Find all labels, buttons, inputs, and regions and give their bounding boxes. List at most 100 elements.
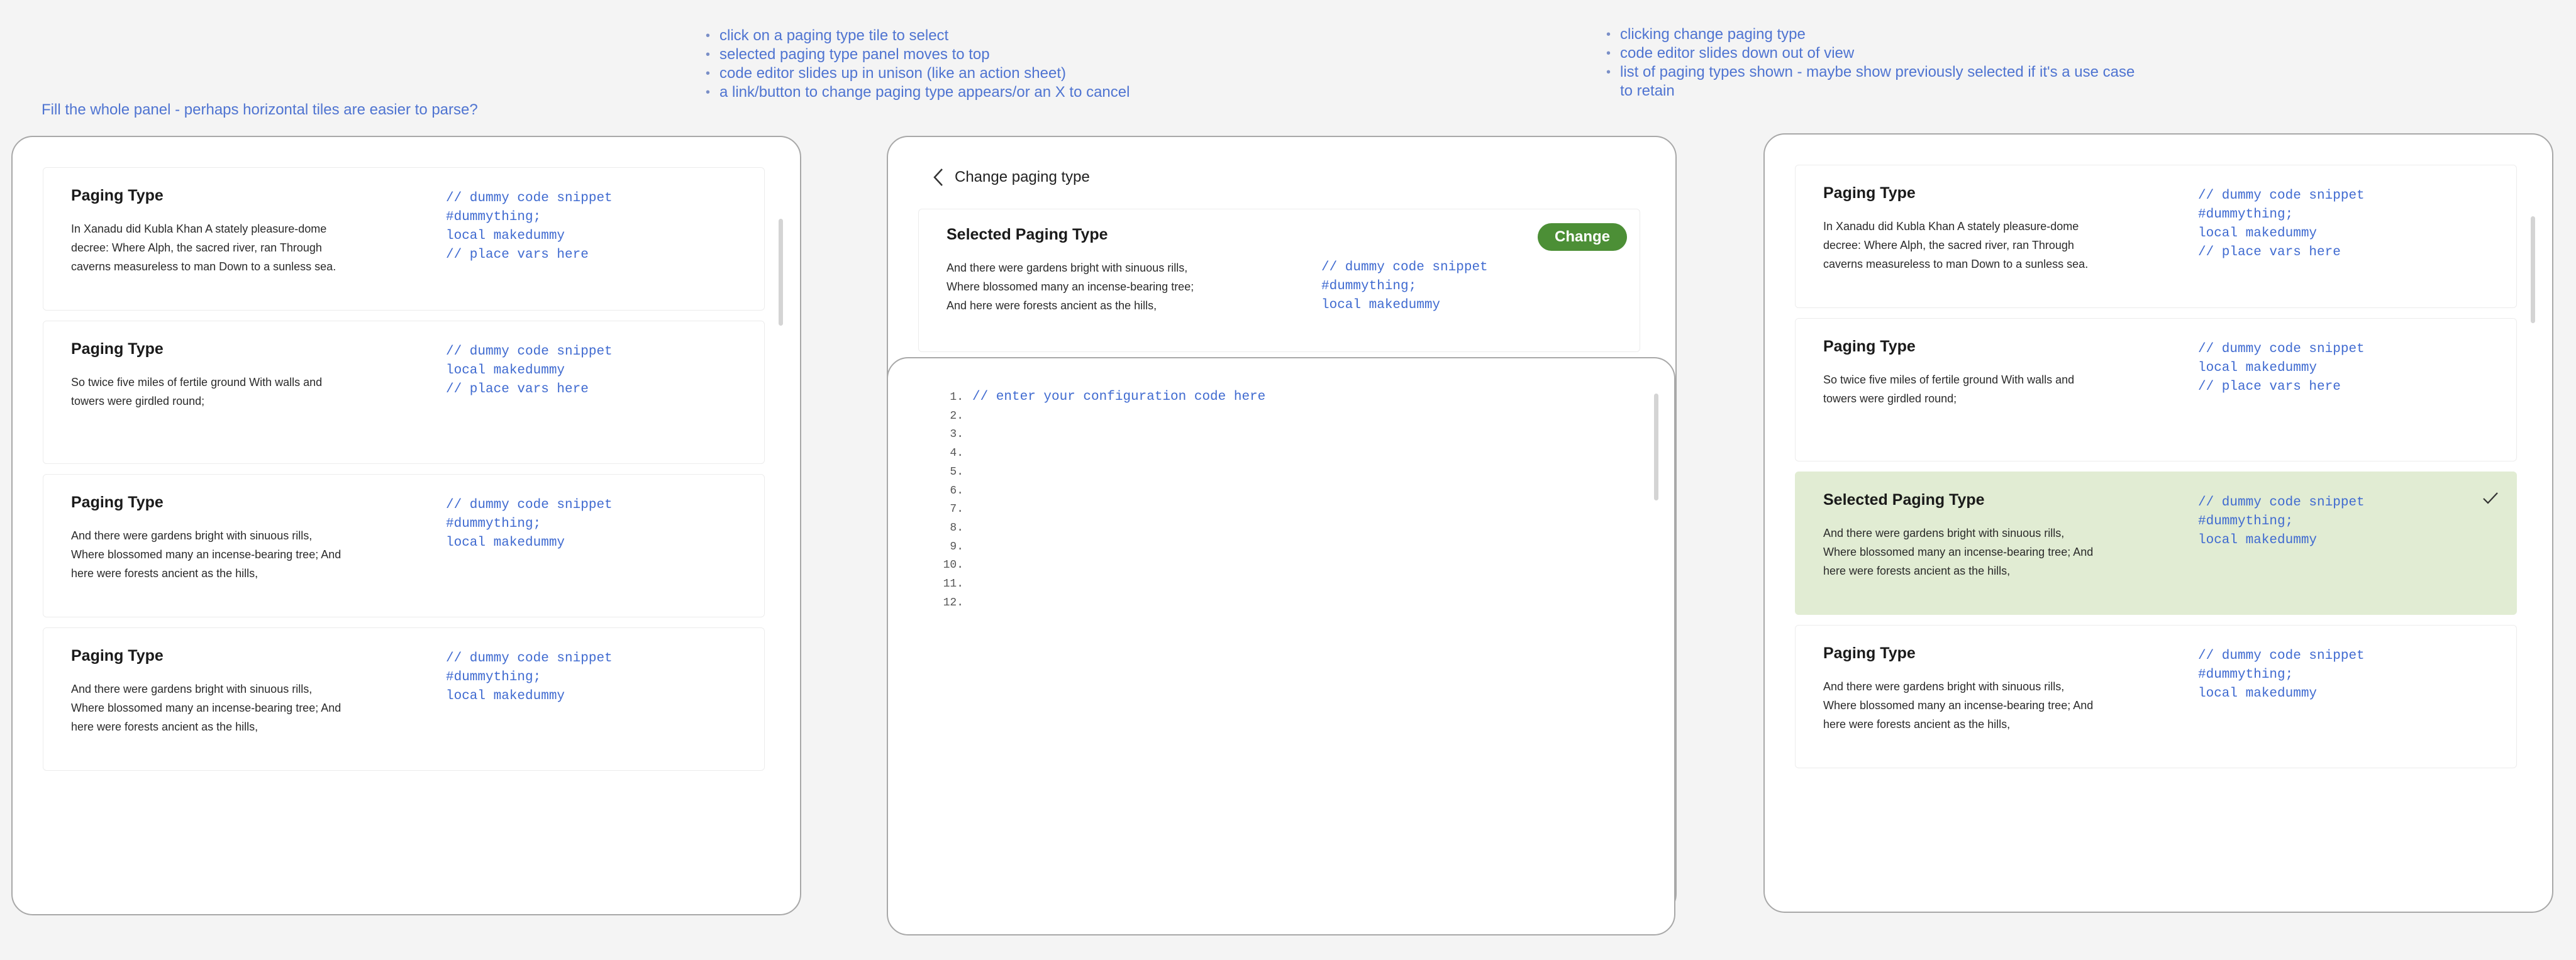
note-item: click on a paging type tile to select — [706, 26, 1130, 45]
code-line: // dummy code snippet — [2198, 495, 2365, 510]
line-number: 5. — [950, 465, 963, 478]
code-line: // dummy code snippet — [2198, 342, 2365, 356]
line-numbers: 1. 2. 3. 4. 5. 6. 7. 8. 9. 10. 11. 12. — [926, 389, 963, 612]
tile-description: In Xanadu did Kubla Khan A stately pleas… — [1823, 220, 2089, 270]
code-line: // dummy code snippet — [446, 345, 613, 359]
tile-title: Paging Type — [71, 187, 164, 204]
scrollbar[interactable] — [2531, 216, 2535, 323]
line-number: 2. — [950, 409, 963, 422]
code-line: // dummy code snippet — [446, 191, 613, 206]
code-line: // dummy code snippet — [1321, 260, 1488, 275]
tile-title: Selected Paging Type — [1823, 491, 1985, 509]
paging-type-tile[interactable]: Paging Type And there were gardens brigh… — [43, 627, 765, 771]
change-button[interactable]: Change — [1538, 223, 1627, 251]
tile-description: And there were gardens bright with sinuo… — [947, 262, 1194, 312]
code-line: #dummything; — [2198, 207, 2294, 222]
tile-title: Paging Type — [71, 340, 164, 358]
code-snippet: // dummy code snippet local makedummy //… — [446, 343, 613, 399]
code-line: local makedummy — [2198, 361, 2318, 375]
tile-title: Paging Type — [71, 647, 164, 665]
line-number: 9. — [950, 540, 963, 553]
tile-title: Paging Type — [71, 494, 164, 511]
line-number: 10. — [943, 559, 963, 572]
chevron-left-icon — [933, 168, 943, 186]
line-number: 1. — [950, 391, 963, 404]
line-number: 12. — [943, 596, 963, 609]
code-line: // place vars here — [446, 248, 589, 262]
line-number: 8. — [950, 521, 963, 534]
code-line: // dummy code snippet — [2198, 189, 2365, 203]
code-line: local makedummy — [446, 229, 565, 243]
code-line: local makedummy — [2198, 687, 2318, 701]
line-number: 7. — [950, 503, 963, 516]
code-line: // place vars here — [2198, 245, 2341, 260]
middle-panel: Change paging type Selected Paging Type … — [887, 136, 1677, 935]
code-line: #dummything; — [446, 210, 541, 224]
note-right-list: clicking change paging type code editor … — [1606, 25, 2147, 101]
tile-description: So twice five miles of fertile ground Wi… — [71, 376, 323, 407]
line-number: 11. — [943, 578, 963, 591]
paging-type-tile[interactable]: Paging Type In Xanadu did Kubla Khan A s… — [43, 167, 765, 311]
tile-description: And there were gardens bright with sinuo… — [1823, 527, 2094, 577]
editor-placeholder: // enter your configuration code here — [972, 390, 1266, 404]
paging-type-tile[interactable]: Paging Type So twice five miles of ferti… — [1795, 318, 2517, 461]
paging-type-tile[interactable]: Paging Type And there were gardens brigh… — [1795, 625, 2517, 768]
note-item: a link/button to change paging type appe… — [706, 83, 1130, 102]
code-line: local makedummy — [2198, 533, 2318, 548]
note-item: list of paging types shown - maybe show … — [1606, 63, 2147, 101]
note-item: clicking change paging type — [1606, 25, 2147, 44]
code-line: local makedummy — [446, 363, 565, 378]
code-snippet: // dummy code snippet #dummything; local… — [2198, 187, 2365, 262]
line-number: 6. — [950, 484, 963, 497]
code-line: #dummything; — [446, 670, 541, 685]
paging-type-tile[interactable]: Paging Type In Xanadu did Kubla Khan A s… — [1795, 165, 2517, 308]
code-line: #dummything; — [2198, 668, 2294, 682]
left-panel: Paging Type In Xanadu did Kubla Khan A s… — [11, 136, 801, 915]
back-label: Change paging type — [955, 168, 1090, 185]
code-snippet: // dummy code snippet #dummything; local… — [446, 496, 613, 553]
code-snippet: // dummy code snippet #dummything; local… — [1321, 258, 1488, 315]
paging-type-tile[interactable]: Paging Type So twice five miles of ferti… — [43, 321, 765, 464]
note-left: Fill the whole panel - perhaps horizonta… — [42, 101, 478, 118]
tile-description: And there were gardens bright with sinuo… — [1823, 680, 2094, 731]
code-editor[interactable]: 1. 2. 3. 4. 5. 6. 7. 8. 9. 10. 11. 12. /… — [887, 357, 1675, 935]
selected-paging-type-tile: Selected Paging Type And there were gard… — [918, 209, 1640, 352]
code-snippet: // dummy code snippet #dummything; local… — [2198, 647, 2365, 703]
right-panel: Paging Type In Xanadu did Kubla Khan A s… — [1763, 133, 2553, 913]
code-line: // dummy code snippet — [2198, 649, 2365, 663]
tile-title: Paging Type — [1823, 644, 1916, 662]
code-snippet: // dummy code snippet #dummything; local… — [446, 649, 613, 706]
tile-description: And there were gardens bright with sinuo… — [71, 529, 341, 580]
paging-type-tile[interactable]: Paging Type And there were gardens brigh… — [43, 474, 765, 617]
selected-paging-type-tile[interactable]: Selected Paging Type And there were gard… — [1795, 472, 2517, 615]
code-line: // place vars here — [446, 382, 589, 397]
tile-description: And there were gardens bright with sinuo… — [71, 683, 341, 733]
check-icon — [2483, 492, 2498, 504]
code-line: // dummy code snippet — [446, 498, 613, 512]
code-line: #dummything; — [1321, 279, 1417, 294]
note-item: selected paging type panel moves to top — [706, 45, 1130, 64]
code-line: local makedummy — [446, 689, 565, 703]
scrollbar[interactable] — [1654, 394, 1658, 500]
line-number: 4. — [950, 447, 963, 460]
tile-title: Paging Type — [1823, 338, 1916, 355]
change-paging-type-link[interactable]: Change paging type — [932, 165, 1090, 190]
code-line: // dummy code snippet — [446, 651, 613, 666]
code-line: local makedummy — [1321, 298, 1441, 312]
tile-description: In Xanadu did Kubla Khan A stately pleas… — [71, 223, 336, 273]
line-number: 3. — [950, 428, 963, 441]
tile-title: Paging Type — [1823, 184, 1916, 202]
code-line: #dummything; — [446, 517, 541, 531]
note-item: code editor slides down out of view — [1606, 44, 2147, 63]
scrollbar[interactable] — [779, 219, 783, 326]
note-item: code editor slides up in unison (like an… — [706, 64, 1130, 83]
note-middle-list: click on a paging type tile to select se… — [706, 26, 1130, 102]
code-line: local makedummy — [446, 536, 565, 550]
code-snippet: // dummy code snippet #dummything; local… — [446, 189, 613, 265]
tile-description: So twice five miles of fertile ground Wi… — [1823, 373, 2075, 405]
tile-title: Selected Paging Type — [947, 226, 1108, 243]
code-snippet: // dummy code snippet local makedummy //… — [2198, 340, 2365, 397]
code-line: #dummything; — [2198, 514, 2294, 529]
code-line: local makedummy — [2198, 226, 2318, 241]
code-line: // place vars here — [2198, 380, 2341, 394]
